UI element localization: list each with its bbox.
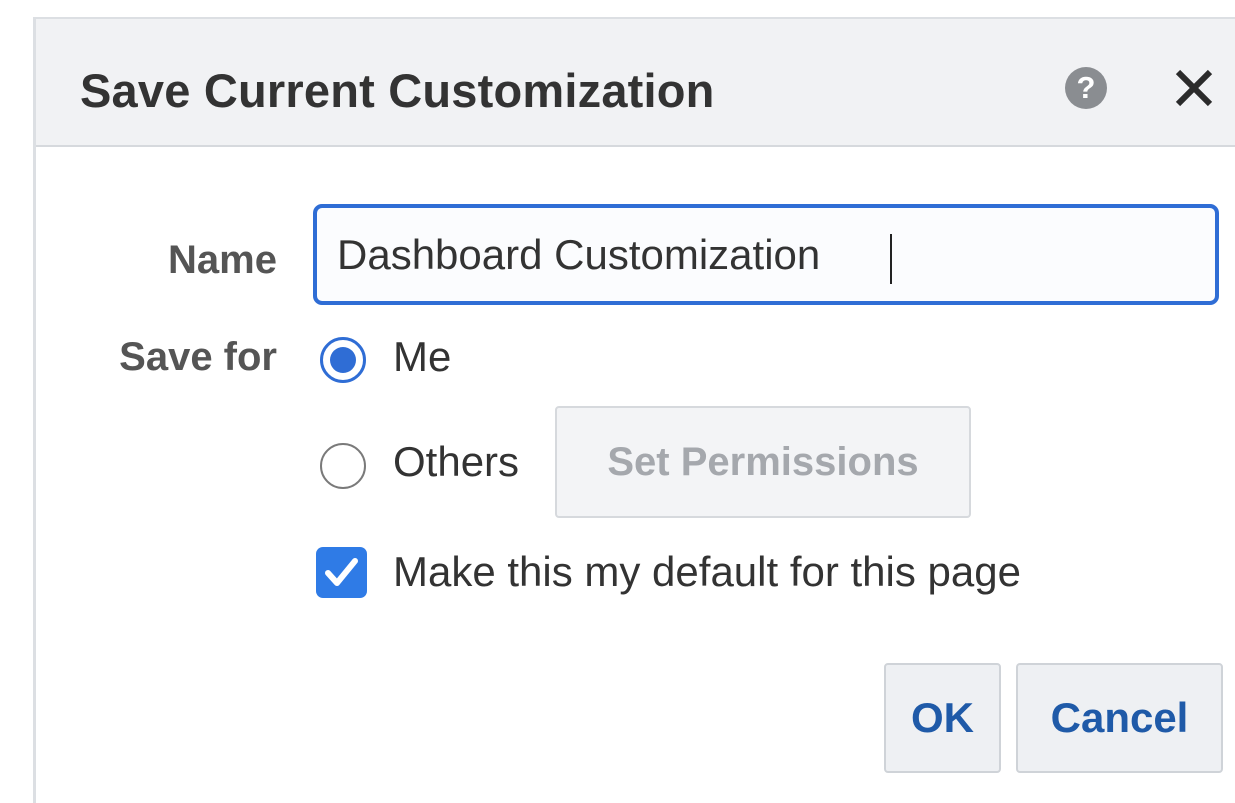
save-for-label: Save for [119, 335, 277, 379]
radio-others[interactable] [320, 443, 366, 489]
default-checkbox-label[interactable]: Make this my default for this page [393, 548, 1021, 596]
radio-selected-dot [330, 347, 356, 373]
default-checkbox[interactable] [316, 547, 367, 598]
ok-button[interactable]: OK [884, 663, 1001, 773]
radio-me-label[interactable]: Me [393, 333, 451, 381]
dialog-title-bar: Save Current Customization ? [36, 19, 1235, 147]
close-icon[interactable] [1170, 64, 1218, 112]
name-input[interactable] [313, 204, 1219, 305]
page: Save Current Customization ? Name Save f… [0, 0, 1235, 803]
text-cursor [890, 234, 892, 284]
dialog-title: Save Current Customization [80, 64, 715, 117]
checkmark-icon [325, 558, 358, 586]
radio-others-label[interactable]: Others [393, 438, 519, 486]
save-customization-dialog: Save Current Customization ? Name Save f… [33, 17, 1235, 803]
cancel-button[interactable]: Cancel [1016, 663, 1223, 773]
set-permissions-button[interactable]: Set Permissions [555, 406, 971, 518]
radio-me[interactable] [320, 337, 366, 383]
help-icon[interactable]: ? [1065, 67, 1107, 109]
name-label: Name [168, 238, 277, 282]
